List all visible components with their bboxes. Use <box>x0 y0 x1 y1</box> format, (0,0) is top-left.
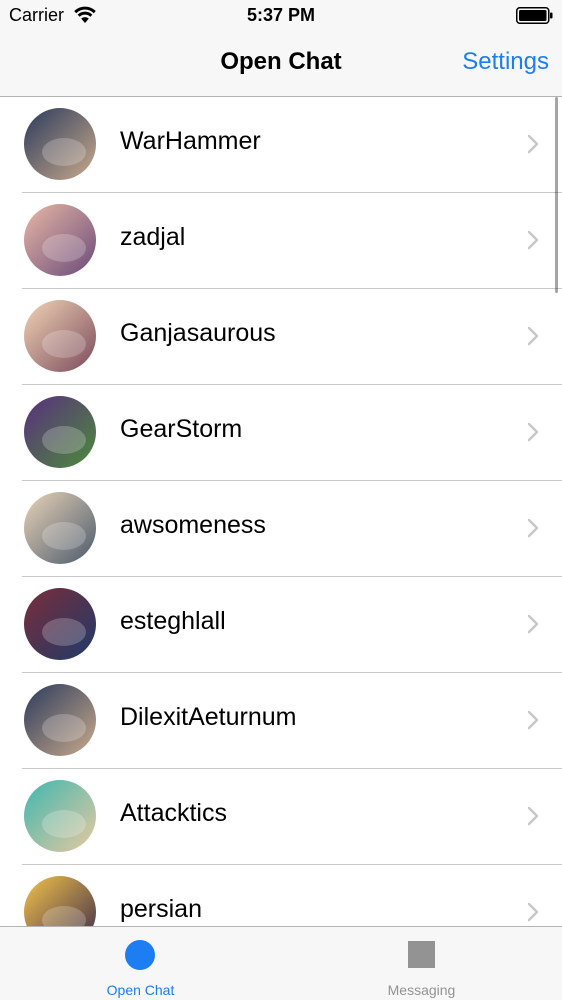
chevron-right-icon <box>527 614 539 634</box>
chevron-right-icon <box>527 902 539 922</box>
list-item[interactable]: persian <box>0 865 562 926</box>
scroll-indicator[interactable] <box>555 97 558 293</box>
chevron-right-icon <box>527 230 539 250</box>
chevron-right-icon <box>527 326 539 346</box>
navigation-bar: Open Chat Settings <box>0 32 562 97</box>
tab-messaging[interactable]: Messaging <box>281 927 562 1000</box>
tab-open-chat[interactable]: Open Chat <box>0 927 281 1000</box>
avatar <box>24 300 96 372</box>
status-time: 5:37 PM <box>246 5 316 25</box>
battery-icon <box>516 7 553 24</box>
chevron-right-icon <box>527 422 539 442</box>
circle-icon <box>125 940 155 970</box>
list-item[interactable]: Attacktics <box>0 769 562 865</box>
chevron-right-icon <box>527 518 539 538</box>
chat-name: DilexitAeturnum <box>120 703 297 731</box>
chat-name: awsomeness <box>120 511 266 539</box>
list-item[interactable]: WarHammer <box>0 97 562 193</box>
chevron-right-icon <box>527 710 539 730</box>
list-item[interactable]: esteghlall <box>0 577 562 673</box>
tab-messaging-label: Messaging <box>387 982 456 998</box>
chevron-right-icon <box>527 806 539 826</box>
chat-name: GearStorm <box>120 415 243 443</box>
list-item[interactable]: zadjal <box>0 193 562 289</box>
list-item[interactable]: GearStorm <box>0 385 562 481</box>
avatar <box>24 492 96 564</box>
chat-name: Attacktics <box>120 799 227 827</box>
chat-list[interactable]: WarHammer zadjal Ganjasaurous GearStorm awso… <box>0 97 562 926</box>
settings-button[interactable]: Settings <box>462 48 549 76</box>
chat-name: esteghlall <box>120 607 226 635</box>
status-bar: Carrier 5:37 PM <box>0 0 562 32</box>
avatar <box>24 684 96 756</box>
chat-name: WarHammer <box>120 127 261 155</box>
avatar <box>24 780 96 852</box>
list-item[interactable]: DilexitAeturnum <box>0 673 562 769</box>
chevron-right-icon <box>527 134 539 154</box>
chat-name: zadjal <box>120 223 186 251</box>
square-icon <box>408 941 435 968</box>
tab-open-chat-label: Open Chat <box>106 982 175 998</box>
avatar <box>24 588 96 660</box>
avatar <box>24 108 96 180</box>
list-item[interactable]: Ganjasaurous <box>0 289 562 385</box>
tab-bar: Open Chat Messaging <box>0 926 562 1000</box>
avatar <box>24 876 96 926</box>
avatar <box>24 396 96 468</box>
list-item[interactable]: awsomeness <box>0 481 562 577</box>
avatar <box>24 204 96 276</box>
chat-name: Ganjasaurous <box>120 319 276 347</box>
chat-name: persian <box>120 895 202 923</box>
